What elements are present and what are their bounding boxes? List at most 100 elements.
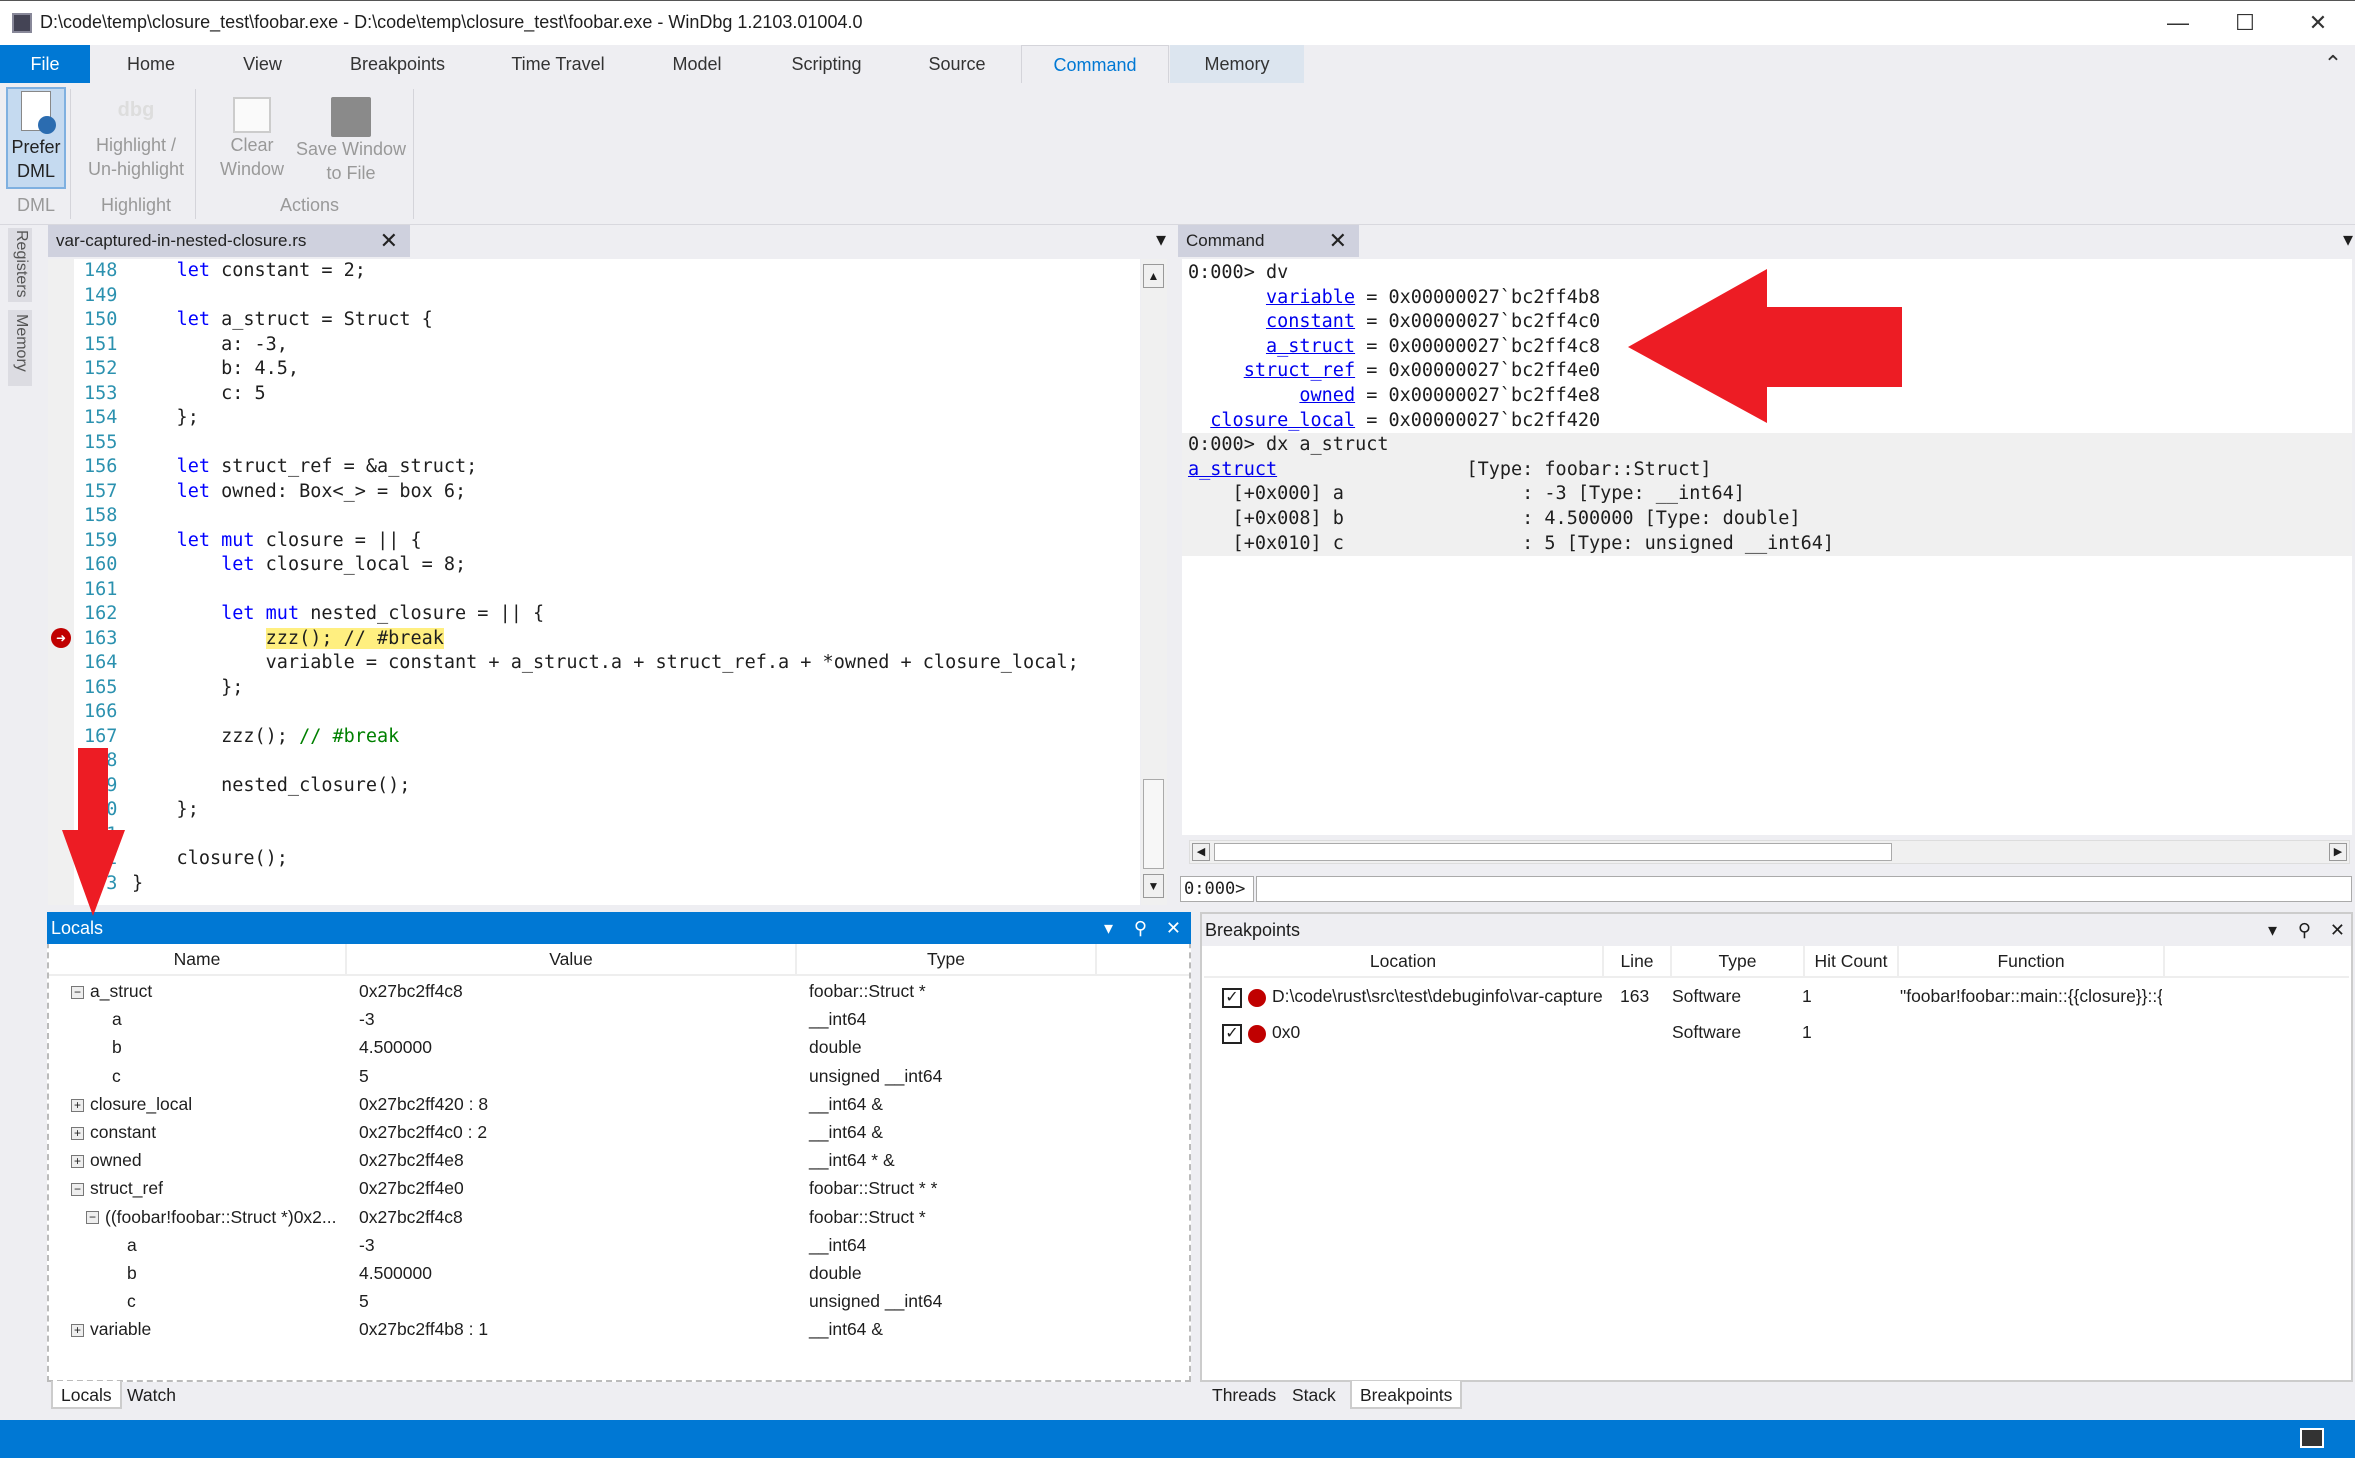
command-tab[interactable]: Command ✕: [1178, 225, 1359, 257]
locals-row-name[interactable]: c: [101, 1287, 341, 1315]
code-line: 168: [74, 749, 1140, 774]
variable-link[interactable]: owned: [1299, 385, 1355, 406]
tab-source[interactable]: Source: [905, 45, 1009, 83]
code-line: 155: [74, 431, 1140, 456]
source-vertical-scrollbar[interactable]: ▲ ▼: [1141, 259, 1167, 905]
collapse-icon[interactable]: −: [86, 1211, 99, 1225]
locals-row-name[interactable]: + constant: [71, 1118, 341, 1146]
tab-memory[interactable]: Memory: [1170, 45, 1304, 83]
column-header-function[interactable]: Function: [1899, 946, 2165, 976]
pin-icon[interactable]: ⚲: [1134, 912, 1147, 944]
expand-icon[interactable]: +: [71, 1324, 84, 1338]
locals-row-name[interactable]: + variable: [71, 1315, 341, 1343]
highlight-label-2: Un-highlight: [87, 159, 185, 179]
scroll-left-icon[interactable]: ◀: [1192, 843, 1210, 861]
breakpoint-location[interactable]: D:\code\rust\src\test\debuginfo\var-capt…: [1272, 982, 1602, 1010]
feedback-chat-icon[interactable]: [2300, 1428, 2324, 1448]
breakpoint-enabled-checkbox[interactable]: ✓: [1222, 988, 1242, 1008]
locals-row-name[interactable]: − ((foobar!foobar::Struct *)0x2...: [86, 1203, 341, 1231]
tab-command[interactable]: Command: [1021, 45, 1169, 83]
pane-menu-icon[interactable]: ▾: [1156, 227, 1166, 252]
column-header-type[interactable]: Type: [797, 944, 1097, 974]
file-menu-tab[interactable]: File: [0, 45, 90, 83]
save-window-button[interactable]: Save Window to File: [295, 87, 407, 185]
close-icon[interactable]: ✕: [1329, 225, 1347, 257]
pane-menu-icon[interactable]: ▾: [2268, 914, 2277, 946]
column-header-type[interactable]: Type: [1672, 946, 1805, 976]
variable-link[interactable]: variable: [1266, 287, 1355, 308]
code-line: 157 let owned: Box<_> = box 6;: [74, 480, 1140, 505]
scroll-right-icon[interactable]: ▶: [2329, 843, 2347, 861]
locals-row-name[interactable]: a: [86, 1005, 341, 1033]
tab-time-travel[interactable]: Time Travel: [487, 45, 629, 83]
variable-link[interactable]: closure_local: [1210, 410, 1355, 431]
command-output[interactable]: 0:000> dv variable = 0x00000027`bc2ff4b8…: [1182, 259, 2352, 835]
column-header-location[interactable]: Location: [1204, 946, 1604, 976]
locals-row-name[interactable]: b: [101, 1259, 341, 1287]
variable-link[interactable]: constant: [1266, 311, 1355, 332]
breakpoints-column-headers: Location Line Type Hit Count Function: [1204, 946, 2349, 978]
code-token: };: [132, 407, 199, 428]
source-file-tab[interactable]: var-captured-in-nested-closure.rs ✕: [48, 225, 410, 257]
breakpoint-location[interactable]: 0x0: [1272, 1018, 1602, 1046]
close-icon[interactable]: ✕: [1166, 912, 1181, 944]
tab-home[interactable]: Home: [100, 45, 202, 83]
expand-icon[interactable]: +: [71, 1098, 84, 1112]
scroll-up-icon[interactable]: ▲: [1143, 264, 1164, 288]
highlight-button[interactable]: dbg Highlight / Un-highlight: [80, 87, 192, 181]
collapse-icon[interactable]: −: [71, 1183, 84, 1197]
command-input[interactable]: [1256, 876, 2352, 902]
scroll-down-icon[interactable]: ▼: [1143, 874, 1164, 898]
column-header-line[interactable]: Line: [1604, 946, 1672, 976]
variable-link[interactable]: struct_ref: [1244, 360, 1355, 381]
tab-watch[interactable]: Watch: [119, 1381, 184, 1409]
pin-icon[interactable]: ⚲: [2298, 914, 2311, 946]
breakpoints-bottom-tabs: Threads Stack Breakpoints: [1200, 1381, 1700, 1411]
variable-link[interactable]: a_struct: [1188, 459, 1277, 480]
column-header-name[interactable]: Name: [49, 944, 347, 974]
tab-view[interactable]: View: [215, 45, 310, 83]
maximize-button[interactable]: ☐: [2220, 7, 2270, 39]
expand-icon[interactable]: +: [71, 1126, 84, 1140]
tab-breakpoints[interactable]: Breakpoints: [330, 45, 465, 83]
command-horizontal-scrollbar[interactable]: ◀ ▶: [1189, 840, 2350, 864]
tab-breakpoints[interactable]: Breakpoints: [1350, 1381, 1463, 1409]
collapse-ribbon-icon[interactable]: ⌃: [2318, 45, 2348, 83]
close-button[interactable]: ✕: [2293, 7, 2343, 39]
code-line: 161: [74, 578, 1140, 603]
locals-row-name[interactable]: b: [86, 1033, 341, 1061]
source-code-editor[interactable]: 148 let constant = 2; 149 150 let a_struct…: [74, 259, 1140, 905]
clear-window-button[interactable]: Clear Window: [212, 87, 292, 181]
tab-model[interactable]: Model: [650, 45, 744, 83]
code-text: nested_closure();: [132, 774, 410, 799]
tab-stack[interactable]: Stack: [1284, 1381, 1344, 1409]
pane-menu-icon[interactable]: ▾: [1104, 912, 1113, 944]
scroll-thumb[interactable]: [1214, 843, 1892, 861]
column-header-value[interactable]: Value: [347, 944, 797, 974]
breakpoint-gutter[interactable]: ➜: [48, 259, 74, 905]
locals-row-name[interactable]: c: [86, 1062, 341, 1090]
expand-icon[interactable]: +: [71, 1155, 84, 1169]
locals-row-name[interactable]: − a_struct: [71, 977, 341, 1005]
locals-row-name[interactable]: + closure_local: [71, 1090, 341, 1118]
tab-locals[interactable]: Locals: [51, 1381, 122, 1409]
close-icon[interactable]: ✕: [2330, 914, 2345, 946]
locals-row-name[interactable]: + owned: [71, 1146, 341, 1174]
pane-menu-icon[interactable]: ▾: [2343, 227, 2353, 252]
code-text: let owned: Box<_> = box 6;: [132, 480, 467, 505]
scroll-thumb[interactable]: [1143, 779, 1164, 869]
locals-row-name[interactable]: − struct_ref: [71, 1174, 341, 1202]
locals-row-type: __int64 * &: [809, 1150, 895, 1171]
variable-link[interactable]: a_struct: [1266, 336, 1355, 357]
tab-threads[interactable]: Threads: [1204, 1381, 1284, 1409]
locals-row-name[interactable]: a: [101, 1231, 341, 1259]
column-header-hit-count[interactable]: Hit Count: [1805, 946, 1899, 976]
close-icon[interactable]: ✕: [380, 225, 398, 257]
breakpoint-enabled-checkbox[interactable]: ✓: [1222, 1024, 1242, 1044]
side-tab-memory[interactable]: Memory: [8, 310, 32, 386]
prefer-dml-button[interactable]: Prefer DML: [6, 87, 66, 189]
tab-scripting[interactable]: Scripting: [770, 45, 883, 83]
collapse-icon[interactable]: −: [71, 985, 84, 999]
side-tab-registers[interactable]: Registers: [8, 228, 32, 302]
minimize-button[interactable]: —: [2153, 7, 2203, 39]
